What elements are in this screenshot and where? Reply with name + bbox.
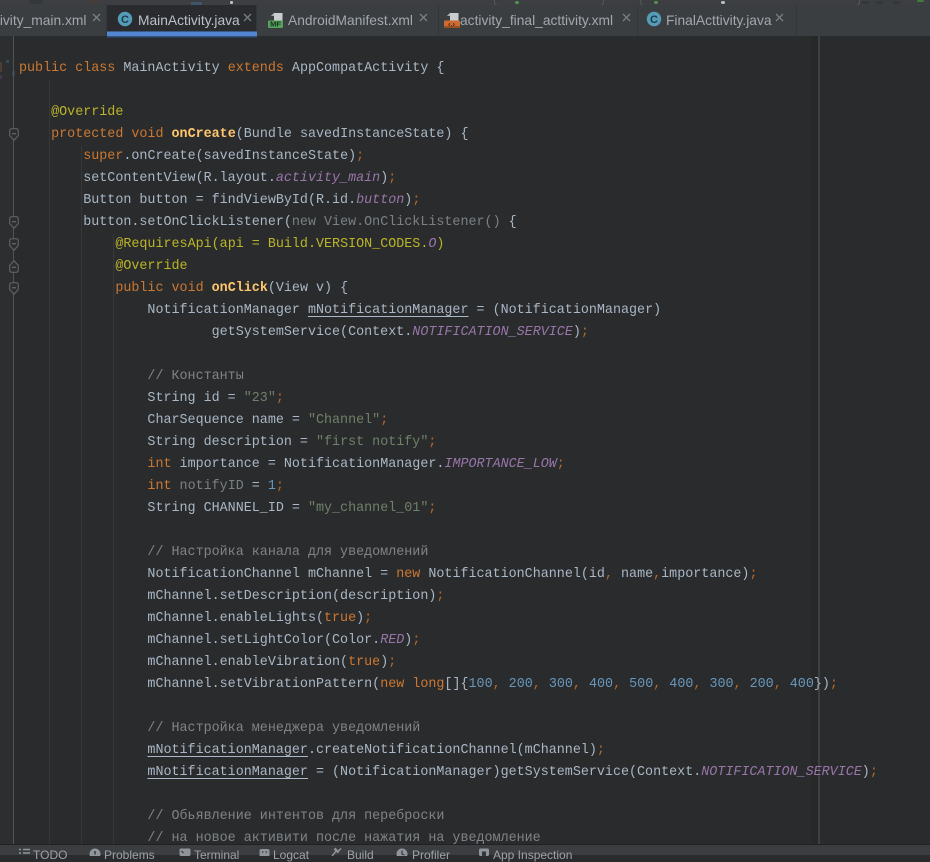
svg-text:C: C [650,14,658,26]
svg-text:MF: MF [270,20,281,29]
svg-text:‹.›: ‹.› [448,20,456,29]
svg-text:C: C [121,14,129,26]
